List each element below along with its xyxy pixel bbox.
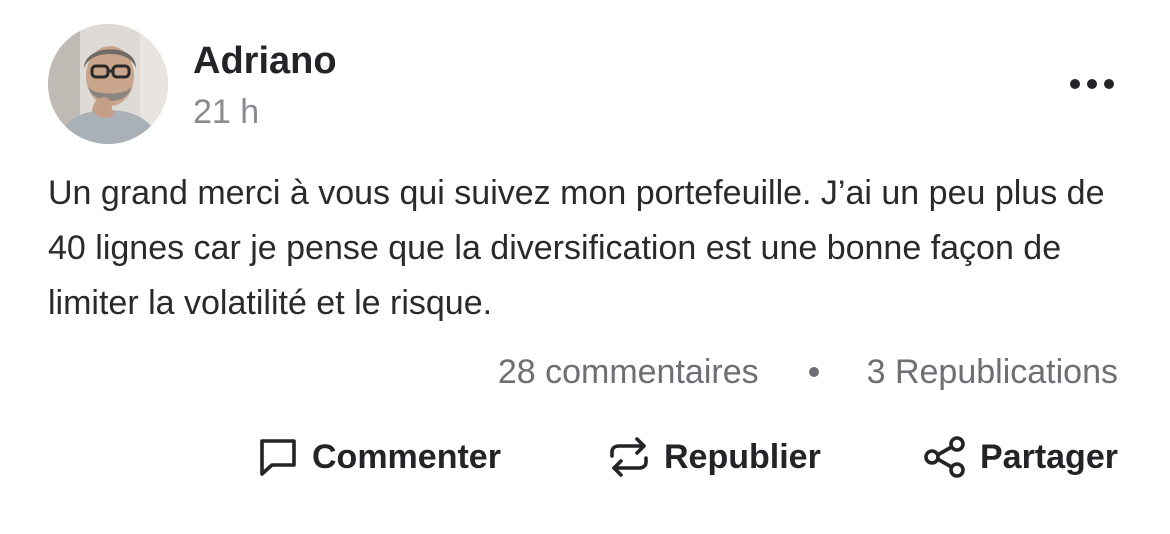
reposts-count[interactable]: 3 Republications xyxy=(867,350,1118,394)
more-options-button[interactable] xyxy=(1062,64,1122,104)
post-card: Adriano 21 h Un grand merci à vous qui s… xyxy=(0,0,1170,534)
repost-button-label: Republier xyxy=(664,437,821,476)
separator-dot xyxy=(808,367,819,377)
post-timestamp: 21 h xyxy=(193,93,260,131)
post-stats: 28 commentaires 3 Republications xyxy=(498,350,1118,394)
comment-button[interactable]: Commenter xyxy=(256,430,501,484)
comment-button-label: Commenter xyxy=(312,437,501,476)
avatar-photo xyxy=(48,24,168,144)
share-button[interactable]: Partager xyxy=(922,430,1118,484)
repost-button[interactable]: Republier xyxy=(606,430,821,484)
author-name[interactable]: Adriano xyxy=(193,38,337,84)
more-horizontal-icon xyxy=(1070,79,1114,89)
comments-count[interactable]: 28 commentaires xyxy=(498,350,759,394)
speech-bubble-icon xyxy=(260,439,296,476)
post-body-text: Un grand merci à vous qui suivez mon por… xyxy=(48,174,1105,322)
avatar[interactable] xyxy=(48,24,168,144)
share-button-label: Partager xyxy=(980,437,1118,476)
repost-arrows-icon xyxy=(610,437,648,477)
share-nodes-icon xyxy=(924,436,965,478)
